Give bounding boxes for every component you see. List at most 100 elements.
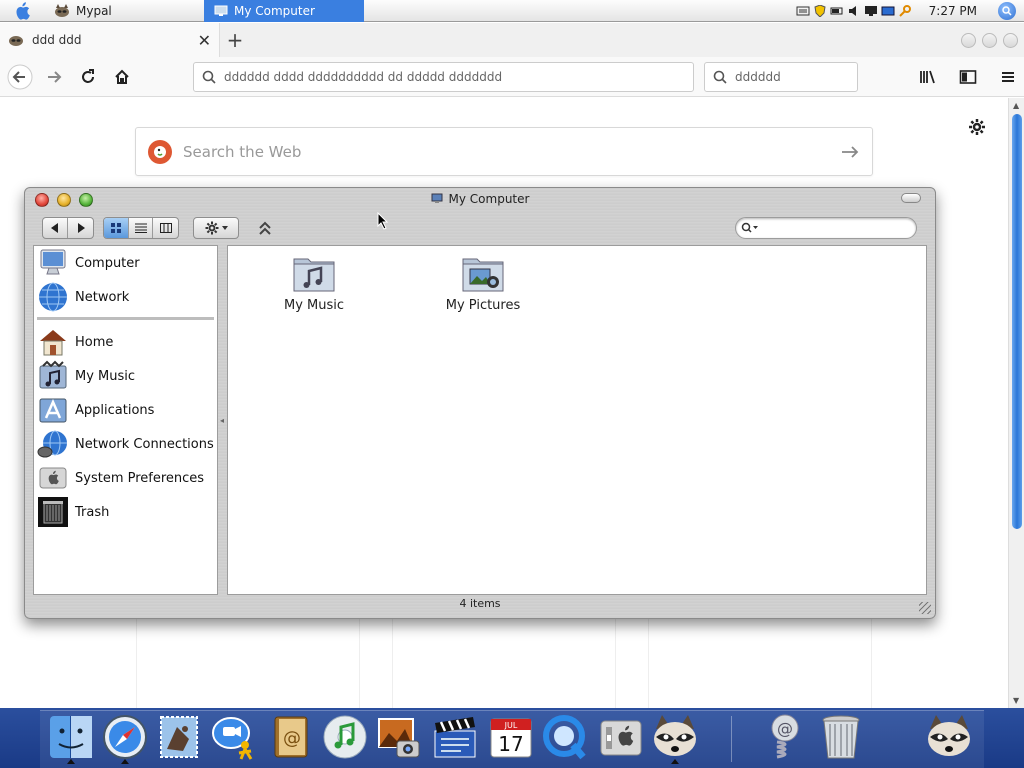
browser-tab[interactable]: ddd ddd ✕ [0, 23, 220, 57]
sidebar-item-network[interactable]: Network [34, 280, 217, 314]
resize-grip-icon[interactable] [919, 602, 931, 614]
collapse-up-icon[interactable] [258, 220, 272, 236]
history-buttons [42, 217, 94, 239]
scroll-up-icon[interactable]: ▲ [1013, 101, 1019, 110]
system-menubar: Mypal My Computer 7:27 PM [0, 0, 1024, 22]
apple-menu-icon[interactable] [0, 0, 44, 22]
dock-mail[interactable] [154, 711, 204, 763]
dock-finder[interactable] [46, 711, 96, 764]
taskbar-my-computer-label: My Computer [234, 3, 315, 18]
hamburger-icon [1002, 72, 1014, 82]
toolbar-toggle-button[interactable] [901, 193, 921, 203]
forward-button[interactable] [38, 61, 70, 93]
clock[interactable]: 7:27 PM [929, 4, 977, 18]
reload-button[interactable] [72, 61, 104, 93]
menu-button[interactable] [992, 61, 1024, 93]
sidebar-toggle-button[interactable] [952, 61, 984, 93]
sidebar-icon [959, 70, 977, 84]
search-bar[interactable]: dddddd [704, 62, 858, 92]
dock-imovie[interactable] [430, 711, 480, 763]
computer-icon [431, 193, 443, 203]
keyboard-icon[interactable] [796, 5, 810, 17]
home-button[interactable] [106, 61, 138, 93]
imovie-clapper-icon [434, 717, 476, 758]
close-tab-icon[interactable]: ✕ [198, 31, 211, 50]
sidebar-item-my-music[interactable]: My Music [34, 359, 217, 393]
dock-ical[interactable]: JUL 17 [486, 711, 536, 763]
battery-icon[interactable] [830, 5, 844, 17]
address-book-icon: @ [274, 716, 308, 758]
new-tab-button[interactable]: + [220, 23, 250, 57]
dock-ichat[interactable] [208, 711, 258, 763]
spotlight-icon[interactable] [998, 1, 1016, 20]
finder-toolbar [25, 214, 935, 242]
web-search-box[interactable]: Search the Web [135, 127, 873, 176]
maximize-window-button[interactable] [982, 32, 997, 48]
network-globe-icon [39, 282, 67, 312]
forward-button[interactable] [68, 218, 93, 238]
network-icon[interactable] [881, 5, 895, 17]
scroll-down-icon[interactable]: ▼ [1013, 696, 1019, 705]
sidebar-item-network-connections[interactable]: Network Connections [34, 427, 217, 461]
mouse-cursor-icon [377, 212, 389, 230]
top-sites-grid [136, 618, 872, 709]
sidebar-item-computer[interactable]: Computer [34, 246, 217, 280]
page-settings-gear-icon[interactable] [968, 118, 986, 136]
column-view-button[interactable] [153, 218, 178, 238]
shield-icon[interactable] [813, 4, 827, 17]
dock-address-book[interactable]: @ [266, 711, 316, 763]
taskbar-my-computer[interactable]: My Computer [204, 0, 364, 22]
icon-view-button[interactable] [104, 218, 129, 238]
iphoto-icon [378, 718, 420, 758]
sidebar-item-label: System Preferences [75, 470, 205, 486]
display-icon[interactable] [864, 5, 878, 17]
system-preferences-icon [600, 720, 642, 756]
dock-mypal-2[interactable] [924, 711, 974, 763]
back-button[interactable] [43, 218, 68, 238]
library-icon [920, 70, 935, 84]
dock-system-preferences[interactable] [596, 711, 646, 763]
close-window-button[interactable] [1003, 32, 1018, 48]
scrollbar-thumb[interactable] [1012, 114, 1022, 529]
sidebar-item-trash[interactable]: Trash [34, 495, 217, 529]
finder-icon [50, 716, 92, 758]
volume-icon[interactable] [847, 5, 861, 17]
sidebar-item-label: Home [75, 334, 114, 350]
dock-itunes[interactable] [320, 711, 370, 763]
go-arrow-icon[interactable] [840, 144, 860, 160]
folder-my-pictures[interactable]: My Pictures [423, 249, 543, 313]
library-button[interactable] [912, 61, 944, 93]
dock-trash[interactable] [816, 711, 866, 763]
back-button[interactable] [4, 61, 36, 93]
action-menu-button[interactable] [193, 217, 239, 239]
folder-my-music[interactable]: My Music [254, 249, 374, 313]
sidebar-splitter[interactable]: ◂ [218, 245, 226, 595]
dock-mypal[interactable] [650, 711, 700, 764]
page-scrollbar[interactable]: ▲ ▼ [1008, 98, 1024, 708]
dock-safari[interactable] [100, 711, 150, 764]
finder-title-bar[interactable]: My Computer [25, 188, 935, 210]
taskbar-mypal-label: Mypal [76, 3, 112, 18]
search-icon [713, 70, 727, 84]
sidebar-item-home[interactable]: Home [34, 325, 217, 359]
key-icon[interactable] [898, 4, 912, 17]
back-arrow-icon [7, 64, 33, 89]
url-bar[interactable]: dddddd dddd dddddddddd dd ddddd ddddddd [193, 62, 694, 92]
finder-search-field[interactable] [735, 217, 917, 239]
finder-title: My Computer [448, 192, 530, 206]
search-placeholder: dddddd [735, 70, 781, 84]
taskbar-mypal[interactable]: Mypal [44, 0, 204, 22]
sidebar-item-applications[interactable]: Applications [34, 393, 217, 427]
minimize-window-button[interactable] [961, 32, 976, 48]
raccoon-icon [55, 3, 69, 17]
finder-sidebar: Computer Network Home My Music Applicati… [33, 245, 218, 595]
dock-email-at[interactable]: @ [760, 711, 810, 763]
forward-arrow-icon [48, 70, 62, 83]
dock-quicktime[interactable] [540, 711, 590, 763]
ichat-icon [212, 717, 253, 760]
list-view-button[interactable] [129, 218, 154, 238]
computer-icon [214, 5, 228, 16]
browser-navbar: dddddd dddd dddddddddd dd ddddd ddddddd … [0, 57, 1024, 97]
sidebar-item-system-preferences[interactable]: System Preferences [34, 461, 217, 495]
dock-iphoto[interactable] [374, 711, 424, 763]
